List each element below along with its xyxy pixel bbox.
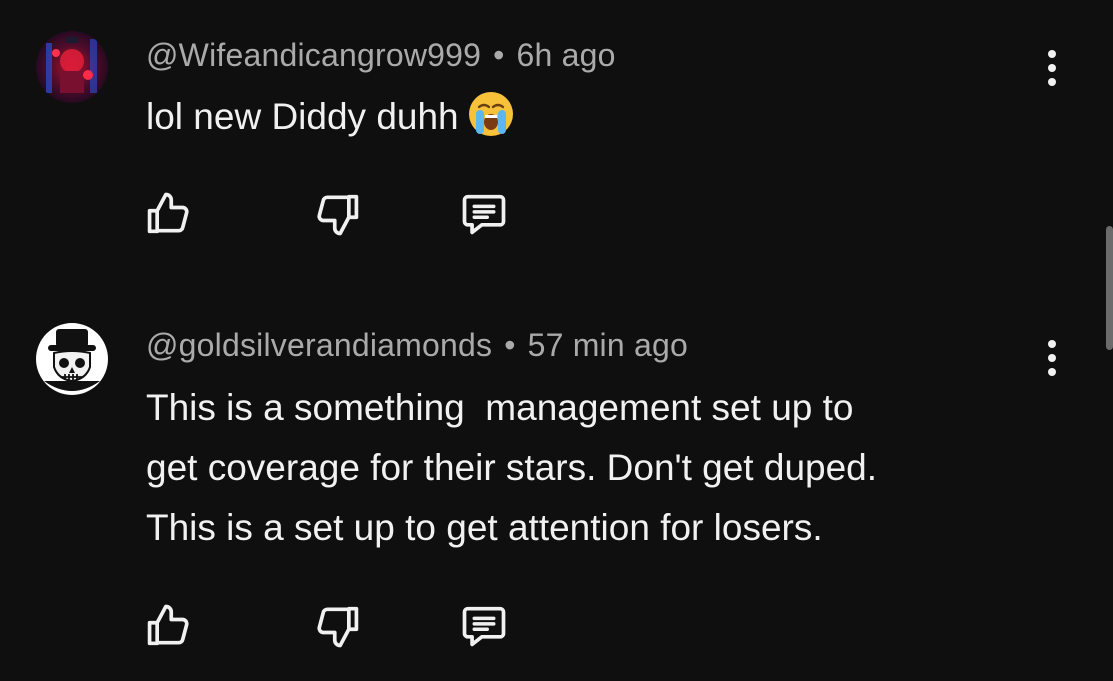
comment-text: lol new Diddy duhh: [146, 87, 515, 147]
comment-meta: @goldsilverandiamonds • 57 min ago: [146, 327, 688, 364]
comment-icon: [462, 606, 506, 647]
thumbs-down-icon: [317, 194, 359, 236]
more-actions-button[interactable]: [1034, 44, 1070, 92]
reply-button[interactable]: [456, 186, 512, 242]
thumbs-up-icon: [147, 192, 189, 234]
more-vertical-icon-dot: [1048, 340, 1056, 348]
timestamp[interactable]: 57 min ago: [528, 327, 688, 363]
more-actions-button[interactable]: [1034, 334, 1070, 382]
thumbs-up-icon: [147, 604, 189, 646]
comment-text-content: lol new Diddy duhh: [146, 96, 459, 137]
dislike-button[interactable]: [310, 598, 366, 654]
more-vertical-icon-dot: [1048, 354, 1056, 362]
author-handle[interactable]: @goldsilverandiamonds: [146, 327, 492, 363]
avatar[interactable]: [36, 31, 108, 103]
author-handle[interactable]: @Wifeandicangrow999: [146, 37, 481, 73]
meta-separator: •: [493, 37, 505, 73]
like-button[interactable]: [140, 186, 196, 242]
meta-separator: •: [504, 327, 516, 363]
more-vertical-icon-dot: [1048, 368, 1056, 376]
more-vertical-icon-dot: [1048, 50, 1056, 58]
avatar[interactable]: [36, 323, 108, 395]
scrollbar-thumb[interactable]: [1106, 226, 1113, 350]
comment-meta: @Wifeandicangrow999 • 6h ago: [146, 37, 616, 74]
comment-icon: [462, 194, 506, 235]
loudly-crying-face-emoji-icon: [467, 90, 515, 138]
timestamp[interactable]: 6h ago: [517, 37, 616, 73]
reply-button[interactable]: [456, 598, 512, 654]
like-button[interactable]: [140, 598, 196, 654]
comment-text: This is a something management set up to…: [146, 387, 878, 548]
thumbs-down-icon: [317, 606, 359, 648]
dislike-button[interactable]: [310, 186, 366, 242]
more-vertical-icon-dot: [1048, 64, 1056, 72]
more-vertical-icon-dot: [1048, 78, 1056, 86]
